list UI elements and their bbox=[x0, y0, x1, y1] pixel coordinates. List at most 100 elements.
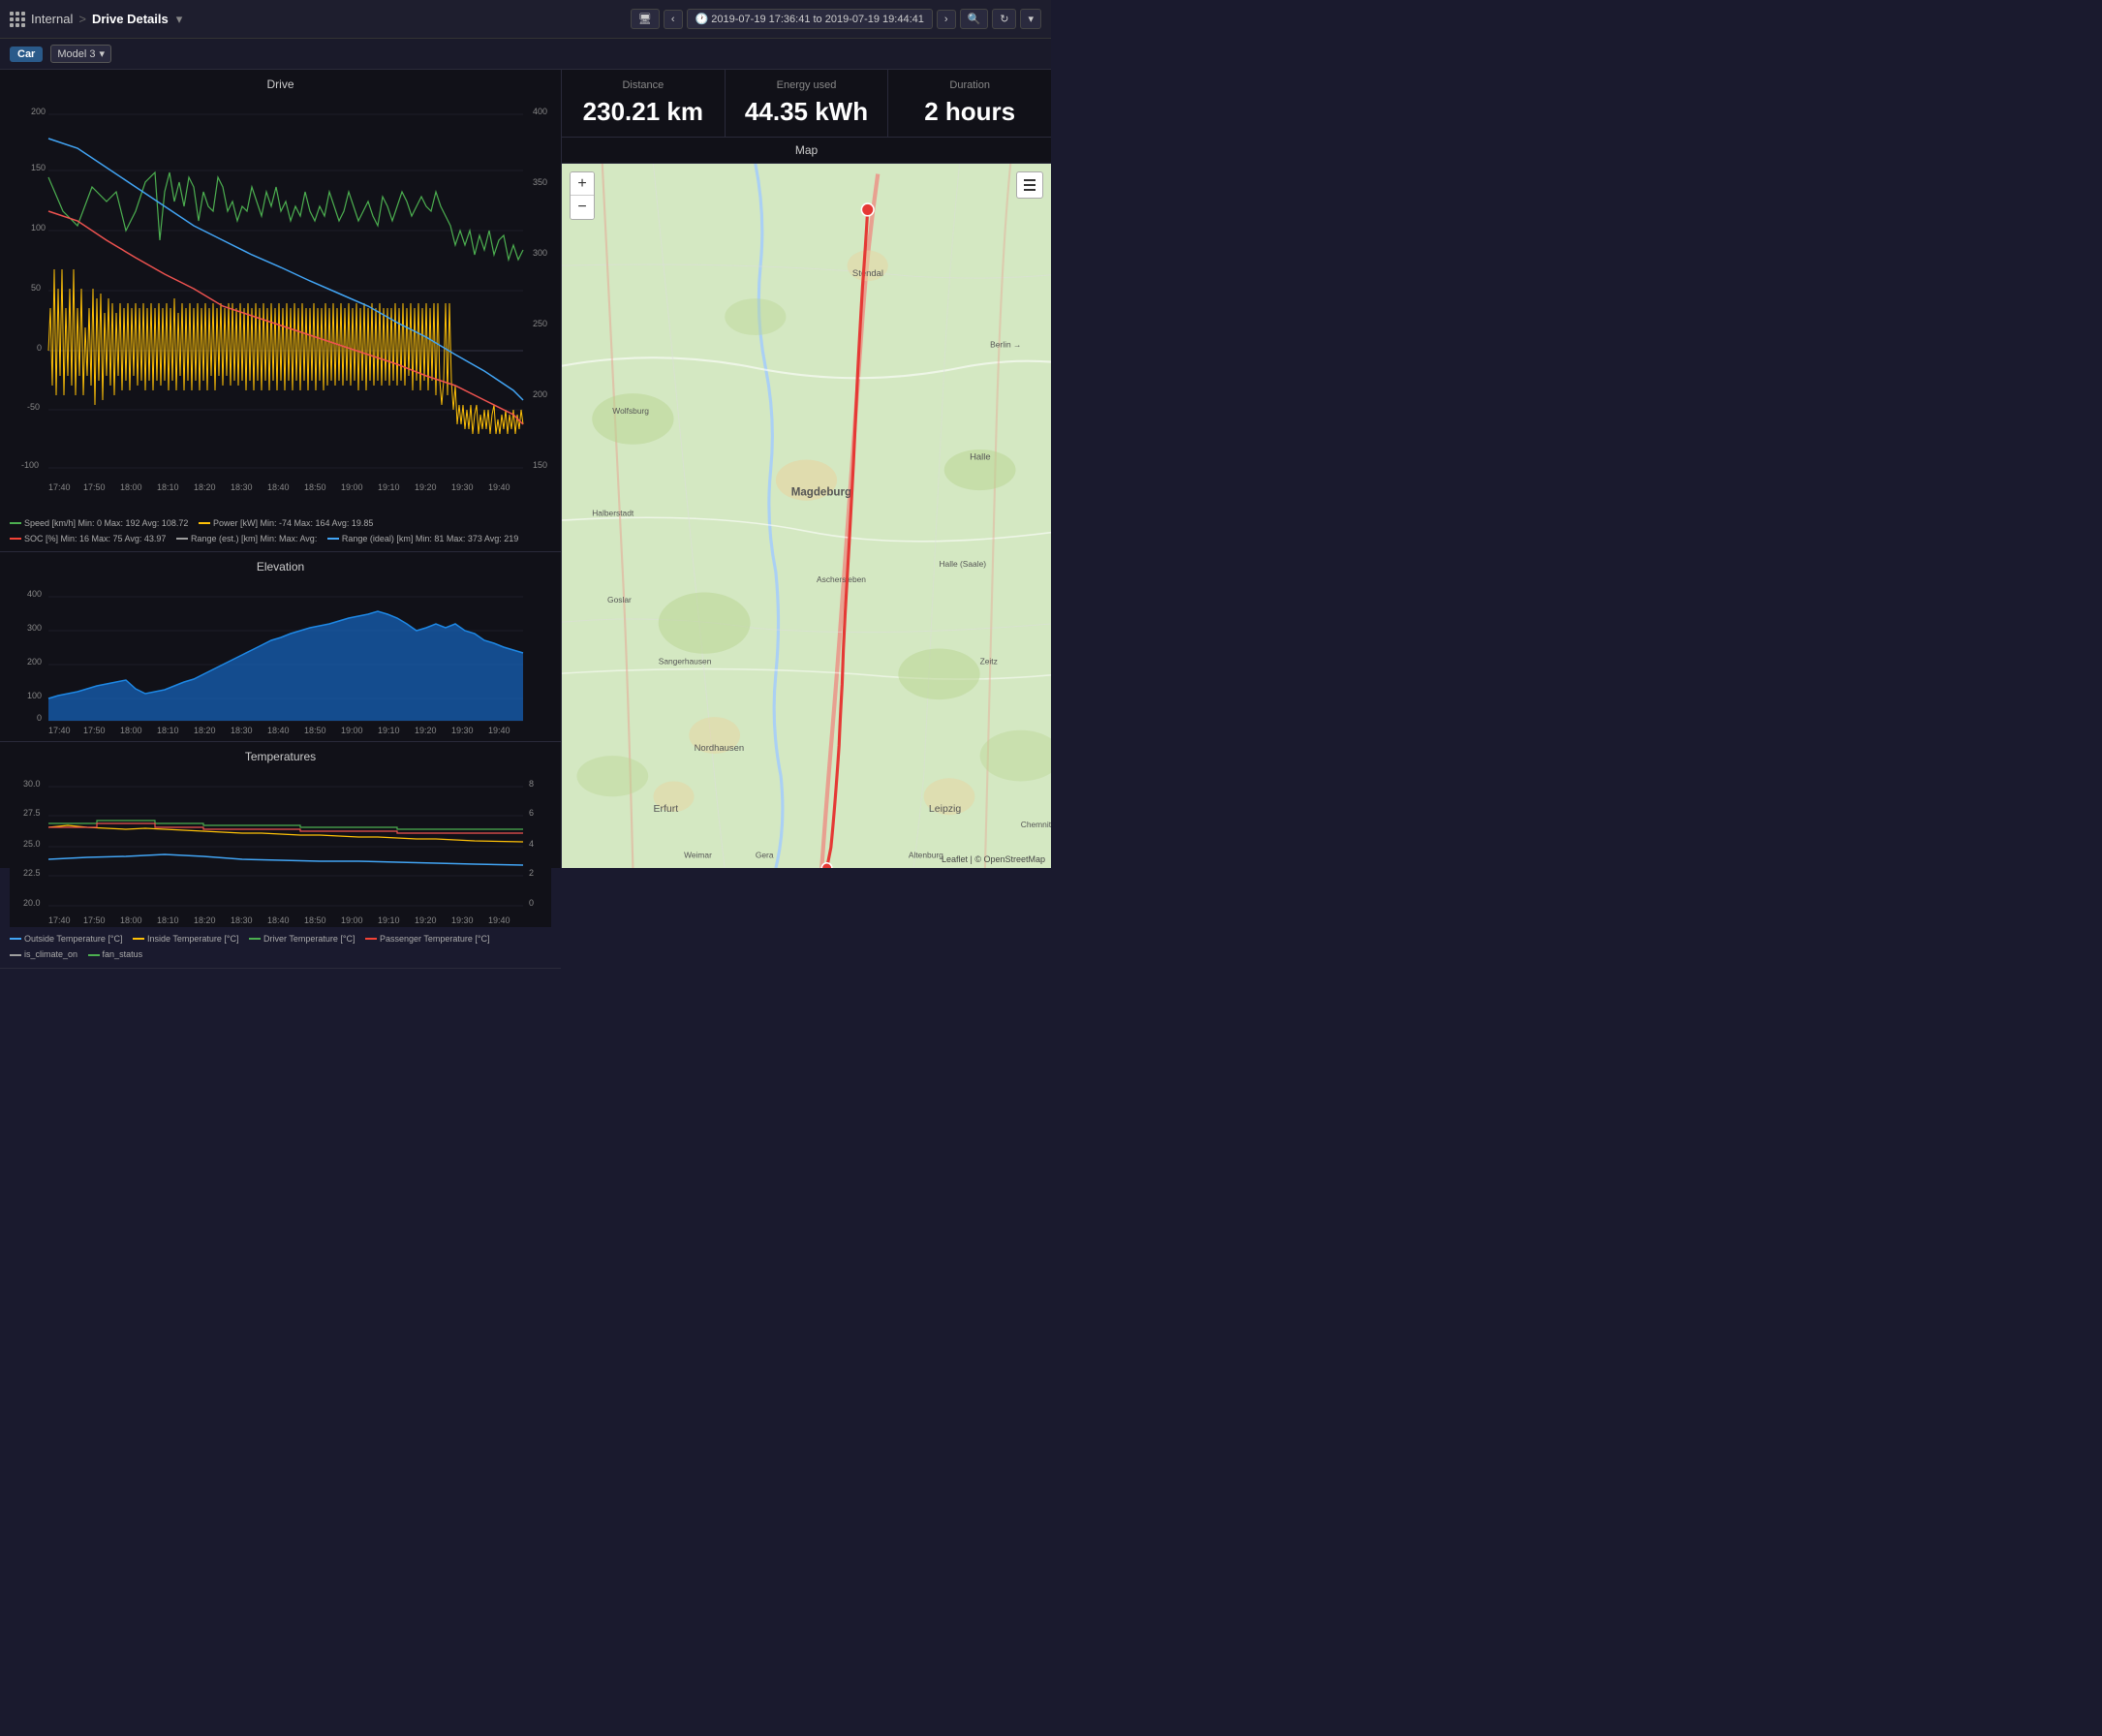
svg-text:300: 300 bbox=[533, 248, 547, 258]
svg-text:8: 8 bbox=[529, 779, 534, 789]
svg-text:17:50: 17:50 bbox=[83, 915, 106, 925]
elevation-chart-title: Elevation bbox=[10, 560, 551, 574]
duration-value: 2 hours bbox=[903, 97, 1036, 127]
drive-chart-container: Drive 200 150 100 50 0 -50 -100 400 350 … bbox=[0, 70, 561, 552]
energy-label: Energy used bbox=[740, 79, 874, 91]
legend-soc: SOC [%] Min: 16 Max: 75 Avg: 43.97 bbox=[10, 532, 166, 545]
svg-text:Gera: Gera bbox=[756, 850, 774, 859]
svg-text:200: 200 bbox=[31, 107, 46, 116]
svg-text:27.5: 27.5 bbox=[23, 808, 41, 818]
svg-text:17:50: 17:50 bbox=[83, 482, 106, 492]
svg-text:18:10: 18:10 bbox=[157, 482, 179, 492]
left-panel: Drive 200 150 100 50 0 -50 -100 400 350 … bbox=[0, 70, 562, 868]
header-right: 🖥 ‹ 🕐 2019-07-19 17:36:41 to 2019-07-19 … bbox=[631, 9, 1041, 29]
svg-text:350: 350 bbox=[533, 177, 547, 187]
temperatures-chart-title: Temperatures bbox=[10, 750, 551, 763]
svg-text:19:20: 19:20 bbox=[415, 915, 437, 925]
svg-text:Chemnitz →: Chemnitz → bbox=[1021, 820, 1051, 829]
map-zoom-controls: + − bbox=[570, 171, 595, 220]
svg-text:400: 400 bbox=[27, 589, 42, 599]
svg-text:19:00: 19:00 bbox=[341, 726, 363, 735]
energy-value: 44.35 kWh bbox=[740, 97, 874, 127]
car-tag: Car bbox=[10, 46, 43, 62]
breadcrumb-dropdown[interactable]: ▾ bbox=[176, 12, 183, 27]
more-button[interactable]: ▾ bbox=[1020, 9, 1041, 29]
svg-text:18:50: 18:50 bbox=[304, 915, 326, 925]
temperatures-chart-area: 30.0 27.5 25.0 22.5 20.0 8 6 4 2 0 bbox=[10, 767, 551, 927]
right-panel: Distance 230.21 km Energy used 44.35 kWh… bbox=[562, 70, 1051, 868]
svg-text:Nordhausen: Nordhausen bbox=[695, 743, 745, 754]
temperatures-chart-container: Temperatures 30.0 27.5 25.0 22.5 20.0 8 … bbox=[0, 742, 561, 968]
svg-text:Wolfsburg: Wolfsburg bbox=[612, 406, 649, 416]
legend-power: Power [kW] Min: -74 Max: 164 Avg: 19.85 bbox=[199, 516, 373, 530]
nav-prev-button[interactable]: ‹ bbox=[664, 10, 683, 29]
temperatures-chart-svg: 30.0 27.5 25.0 22.5 20.0 8 6 4 2 0 bbox=[10, 767, 552, 927]
legend-climate: is_climate_on bbox=[10, 947, 77, 961]
breadcrumb-sep: > bbox=[78, 12, 86, 26]
svg-text:19:40: 19:40 bbox=[488, 726, 510, 735]
monitor-button[interactable]: 🖥 bbox=[631, 9, 660, 29]
svg-text:Magdeburg: Magdeburg bbox=[791, 486, 851, 498]
svg-text:18:50: 18:50 bbox=[304, 482, 326, 492]
duration-card: Duration 2 hours bbox=[888, 70, 1051, 137]
svg-text:100: 100 bbox=[27, 691, 42, 700]
zoom-out-button[interactable]: − bbox=[571, 196, 594, 219]
svg-text:Erfurt: Erfurt bbox=[653, 803, 678, 815]
map-title: Map bbox=[562, 138, 1051, 164]
zoom-in-button[interactable]: + bbox=[571, 172, 594, 196]
svg-text:200: 200 bbox=[27, 657, 42, 666]
refresh-button[interactable]: ↻ bbox=[992, 9, 1016, 29]
svg-text:200: 200 bbox=[533, 389, 547, 399]
apps-icon[interactable] bbox=[10, 12, 25, 27]
energy-card: Energy used 44.35 kWh bbox=[726, 70, 889, 137]
drive-chart-area: 200 150 100 50 0 -50 -100 400 350 300 25… bbox=[10, 95, 551, 512]
header-left: Internal > Drive Details ▾ bbox=[10, 12, 182, 27]
elevation-chart-area: 400 300 200 100 0 17:40 bbox=[10, 577, 551, 737]
search-button[interactable]: 🔍 bbox=[960, 9, 989, 29]
svg-text:18:00: 18:00 bbox=[120, 915, 142, 925]
breadcrumb-internal[interactable]: Internal bbox=[31, 12, 73, 26]
svg-text:-50: -50 bbox=[27, 402, 40, 412]
svg-text:18:30: 18:30 bbox=[231, 726, 253, 735]
map-svg: Magdeburg Leipzig Erfurt Stendal Nordhau… bbox=[562, 164, 1051, 868]
legend-passenger-temp: Passenger Temperature [°C] bbox=[365, 932, 490, 946]
svg-text:18:30: 18:30 bbox=[231, 482, 253, 492]
svg-text:18:50: 18:50 bbox=[304, 726, 326, 735]
svg-text:Aschersleben: Aschersleben bbox=[817, 574, 866, 584]
svg-text:Weimar: Weimar bbox=[684, 850, 712, 859]
svg-text:19:20: 19:20 bbox=[415, 726, 437, 735]
svg-text:18:20: 18:20 bbox=[194, 915, 216, 925]
svg-text:19:40: 19:40 bbox=[488, 482, 510, 492]
svg-text:18:20: 18:20 bbox=[194, 482, 216, 492]
duration-label: Duration bbox=[903, 79, 1036, 91]
svg-text:18:30: 18:30 bbox=[231, 915, 253, 925]
svg-text:19:40: 19:40 bbox=[488, 915, 510, 925]
svg-text:-100: -100 bbox=[21, 460, 39, 470]
map-layer-button[interactable] bbox=[1016, 171, 1043, 199]
svg-text:17:40: 17:40 bbox=[48, 726, 71, 735]
stats-row: Distance 230.21 km Energy used 44.35 kWh… bbox=[562, 70, 1051, 138]
svg-text:30.0: 30.0 bbox=[23, 779, 41, 789]
model-select[interactable]: Model 3 ▾ bbox=[50, 45, 111, 63]
svg-text:6: 6 bbox=[529, 808, 534, 818]
svg-text:Zeitz: Zeitz bbox=[980, 656, 998, 666]
breadcrumb-current: Drive Details bbox=[92, 12, 169, 26]
svg-text:0: 0 bbox=[37, 343, 42, 353]
svg-text:0: 0 bbox=[529, 898, 534, 908]
svg-text:250: 250 bbox=[533, 319, 547, 328]
svg-text:Stendal: Stendal bbox=[852, 268, 883, 279]
svg-text:Halberstadt: Halberstadt bbox=[592, 509, 634, 518]
svg-text:4: 4 bbox=[529, 839, 534, 849]
elevation-chart-svg: 400 300 200 100 0 17:40 bbox=[10, 577, 552, 737]
svg-text:19:10: 19:10 bbox=[378, 482, 400, 492]
temp-legend: Outside Temperature [°C] Inside Temperat… bbox=[10, 927, 551, 963]
svg-text:18:10: 18:10 bbox=[157, 726, 179, 735]
legend-range-est: Range (est.) [km] Min: Max: Avg: bbox=[176, 532, 317, 545]
svg-text:19:10: 19:10 bbox=[378, 915, 400, 925]
legend-range-ideal: Range (ideal) [km] Min: 81 Max: 373 Avg:… bbox=[327, 532, 518, 545]
svg-text:Altenburg: Altenburg bbox=[909, 850, 943, 859]
drive-legend: Speed [km/h] Min: 0 Max: 192 Avg: 108.72… bbox=[10, 512, 551, 547]
nav-next-button[interactable]: › bbox=[937, 10, 956, 29]
time-range-selector[interactable]: 🕐 2019-07-19 17:36:41 to 2019-07-19 19:4… bbox=[687, 9, 933, 29]
svg-text:18:00: 18:00 bbox=[120, 482, 142, 492]
